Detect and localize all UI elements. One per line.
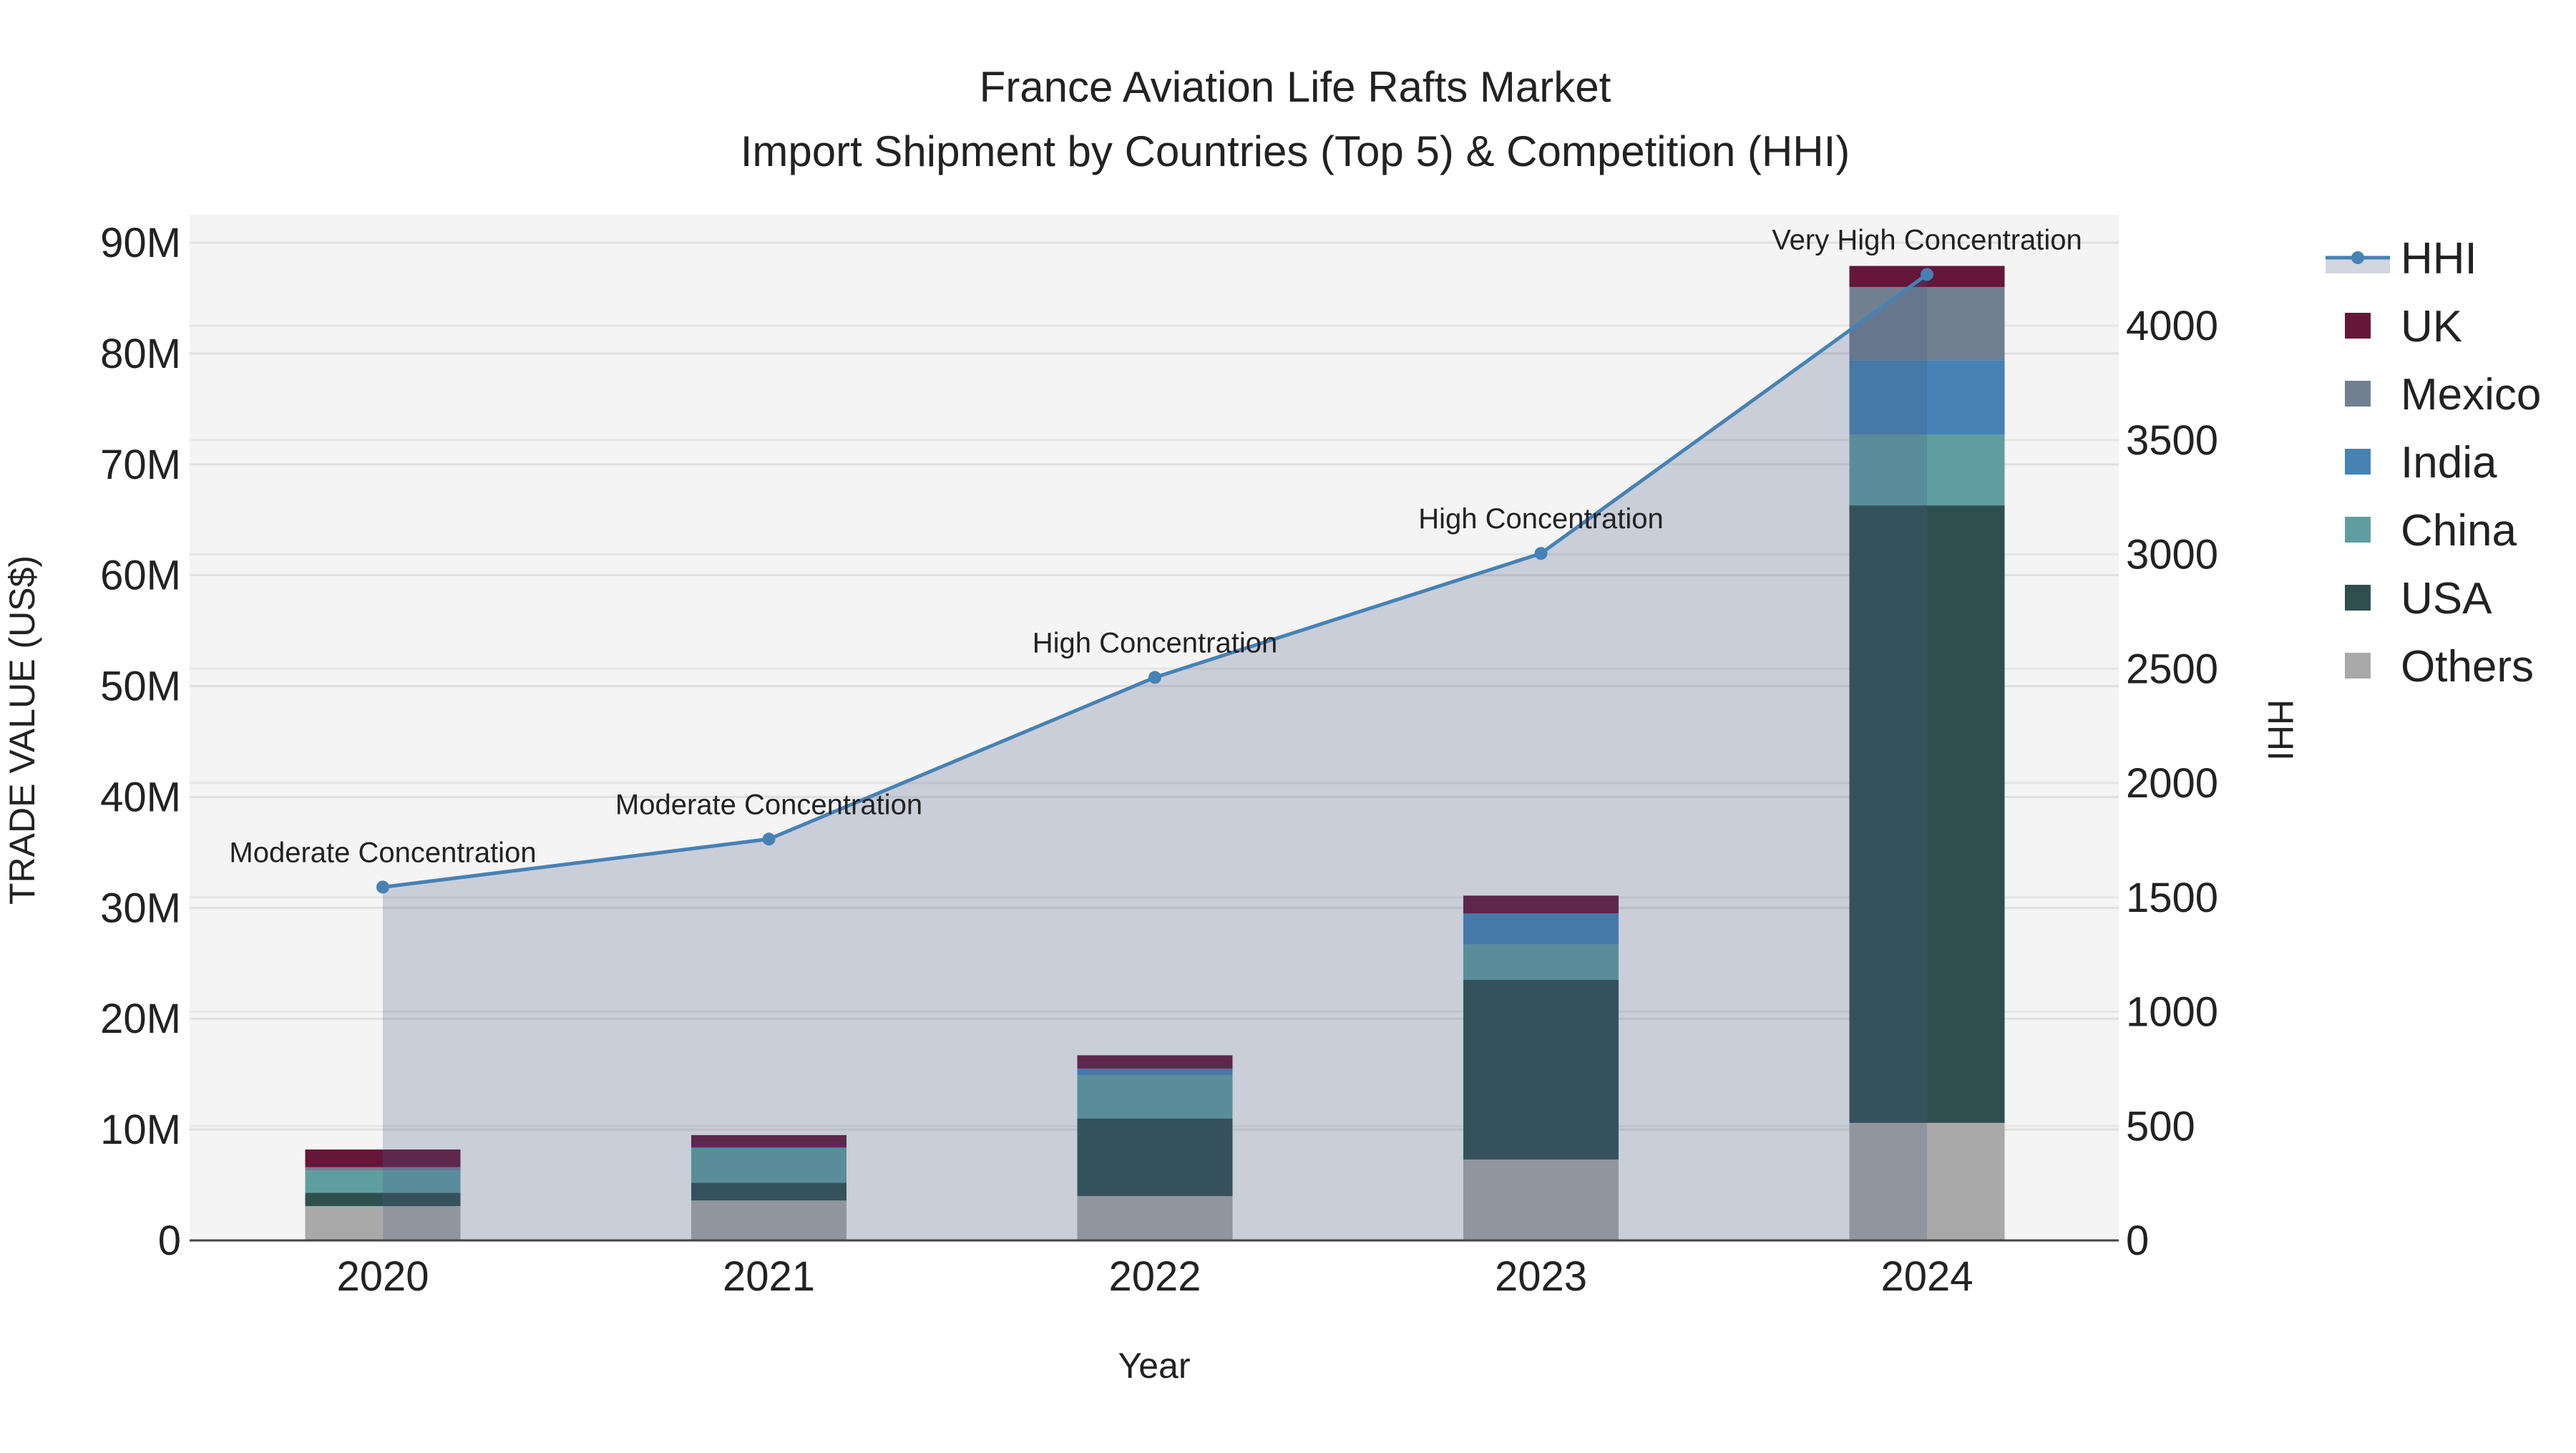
y-tick-label: 70M <box>100 442 181 488</box>
x-tick-label: 2022 <box>1108 1253 1201 1300</box>
x-tick-label: 2023 <box>1495 1253 1587 1300</box>
y-tick-label: 30M <box>100 885 181 931</box>
legend-item-mexico[interactable]: Mexico <box>2345 370 2541 419</box>
legend-label: UK <box>2401 302 2462 351</box>
y2-tick-label: 3500 <box>2126 417 2218 464</box>
hhi-annotation: Moderate Concentration <box>615 789 922 820</box>
legend-label: Others <box>2401 642 2534 691</box>
legend-swatch <box>2345 381 2371 407</box>
hhi-point-2022 <box>1148 671 1161 684</box>
hhi-point-2020 <box>376 880 389 894</box>
y-tick-label: 80M <box>100 331 181 377</box>
legend-item-uk[interactable]: UK <box>2345 302 2462 351</box>
y2-tick-label: 2500 <box>2126 646 2218 692</box>
x-tick-label: 2024 <box>1880 1253 1973 1300</box>
hhi-point-2021 <box>762 832 776 846</box>
chart-title: France Aviation Life Rafts Market <box>980 63 1611 111</box>
legend-label: China <box>2401 506 2517 555</box>
y2-tick-label: 500 <box>2126 1103 2195 1150</box>
hhi-point-2023 <box>1534 547 1548 560</box>
hhi-annotation: Moderate Concentration <box>229 837 536 868</box>
legend-item-china[interactable]: China <box>2345 506 2517 555</box>
legend-item-india[interactable]: India <box>2345 438 2497 487</box>
x-tick-label: 2020 <box>336 1253 429 1300</box>
y2-tick-label: 2000 <box>2126 760 2218 807</box>
hhi-annotation: High Concentration <box>1418 503 1663 535</box>
y-tick-label: 0 <box>158 1218 181 1264</box>
legend-label: HHI <box>2401 234 2477 283</box>
y-tick-label: 20M <box>100 996 181 1042</box>
chart-subtitle: Import Shipment by Countries (Top 5) & C… <box>741 127 1850 175</box>
y-axis-title: TRADE VALUE (US$) <box>2 555 42 905</box>
y2-tick-label: 0 <box>2126 1218 2149 1264</box>
legend-label: USA <box>2401 574 2492 623</box>
legend-swatch <box>2345 653 2371 679</box>
legend-label: India <box>2401 438 2497 487</box>
y2-axis-title: HHI <box>2260 699 2301 761</box>
hhi-annotation: Very High Concentration <box>1772 224 2082 256</box>
legend-item-hhi[interactable]: HHI <box>2326 234 2477 283</box>
y2-tick-label: 4000 <box>2126 303 2218 349</box>
y-tick-label: 60M <box>100 553 181 599</box>
y2-tick-label: 3000 <box>2126 532 2218 578</box>
hhi-point-2024 <box>1921 268 1933 281</box>
legend-item-usa[interactable]: USA <box>2345 574 2492 623</box>
legend-swatch <box>2345 449 2371 475</box>
hhi-annotation: High Concentration <box>1033 627 1277 659</box>
y-tick-label: 50M <box>100 664 181 710</box>
legend-swatch <box>2345 313 2371 339</box>
y-tick-label: 90M <box>100 220 181 266</box>
legend[interactable]: HHI UK Mexico India China USA Others <box>2326 234 2541 691</box>
chart: Moderate Concentration Moderate Concentra… <box>2 63 2541 1386</box>
x-axis-title: Year <box>1118 1346 1190 1386</box>
y-tick-label: 10M <box>100 1107 181 1153</box>
legend-item-others[interactable]: Others <box>2345 642 2534 691</box>
legend-label: Mexico <box>2401 370 2541 419</box>
legend-swatch <box>2345 517 2371 543</box>
legend-swatch-marker <box>2351 251 2364 264</box>
y2-tick-label: 1500 <box>2126 875 2218 921</box>
y-tick-label: 40M <box>100 774 181 820</box>
x-tick-label: 2021 <box>723 1253 815 1300</box>
legend-swatch <box>2345 585 2371 611</box>
y2-tick-label: 1000 <box>2126 989 2218 1036</box>
